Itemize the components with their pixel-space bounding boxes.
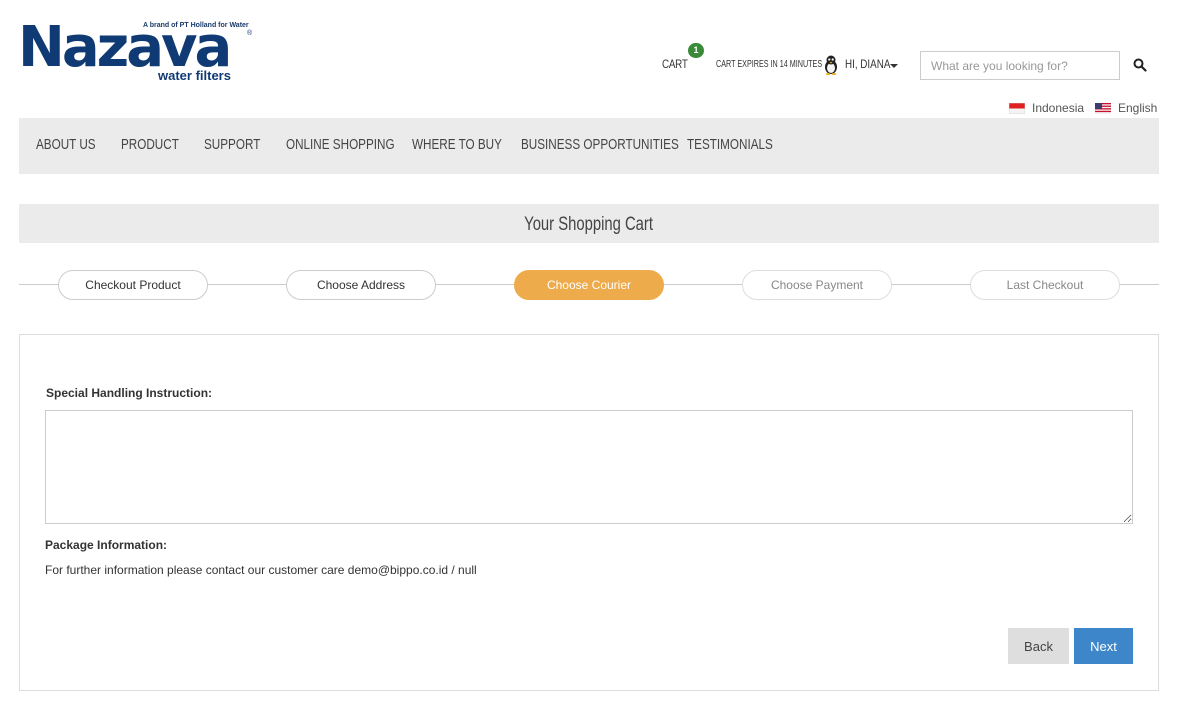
user-greeting[interactable]: HI, DIANA (845, 57, 890, 71)
flag-indonesia-icon (1009, 102, 1025, 114)
next-button[interactable]: Next (1074, 628, 1133, 664)
language-english-label: English (1118, 101, 1158, 115)
nav-item-business-opportunities[interactable]: BUSINESS OPPORTUNITIES (521, 136, 679, 153)
step-choose-courier[interactable]: Choose Courier (514, 270, 664, 300)
search-icon (1133, 58, 1147, 72)
language-indonesia[interactable]: Indonesia (1009, 101, 1084, 115)
page-title-text: Your Shopping Cart (524, 214, 654, 235)
language-english[interactable]: English (1095, 101, 1157, 115)
special-handling-label: Special Handling Instruction: (46, 386, 213, 400)
special-handling-textarea[interactable] (45, 410, 1133, 524)
cart-title-bar: Your Shopping Cart (19, 204, 1159, 243)
registered-mark: ® (247, 30, 253, 37)
user-menu-chevron-down-icon[interactable] (890, 64, 898, 68)
back-button[interactable]: Back (1008, 628, 1069, 664)
step-choose-address[interactable]: Choose Address (286, 270, 436, 300)
logo-subtitle: water filters (158, 68, 231, 83)
logo-tagline: A brand of PT Holland for Water (143, 22, 249, 29)
step-checkout-product[interactable]: Checkout Product (58, 270, 208, 300)
page-title: Your Shopping Cart (19, 214, 1159, 236)
search-input[interactable] (920, 51, 1120, 80)
language-indonesia-label: Indonesia (1032, 101, 1085, 115)
user-avatar-icon[interactable] (823, 55, 839, 75)
package-information-label: Package Information: (45, 538, 168, 552)
step-last-checkout: Last Checkout (970, 270, 1120, 300)
nav-item-online-shopping[interactable]: ONLINE SHOPPING (286, 136, 395, 153)
step-choose-payment: Choose Payment (742, 270, 892, 300)
nav-item-about-us[interactable]: ABOUT US (36, 136, 96, 153)
nazava-logo[interactable]: Nazava A brand of PT Holland for Water ®… (18, 18, 258, 84)
nav-item-support[interactable]: SUPPORT (204, 136, 260, 153)
nav-item-where-to-buy[interactable]: WHERE TO BUY (412, 136, 502, 153)
cart-count-badge: 1 (688, 43, 704, 58)
nav-item-testimonials[interactable]: TESTIMONIALS (687, 136, 773, 153)
nav-item-product[interactable]: PRODUCT (121, 136, 179, 153)
customer-care-contact-text: For further information please contact o… (45, 563, 477, 577)
main-nav: ABOUT US PRODUCT SUPPORT ONLINE SHOPPING… (19, 118, 1159, 174)
cart-expires-text: CART EXPIRES IN 14 MINUTES (716, 59, 823, 70)
search-button[interactable] (1128, 54, 1152, 78)
flag-us-icon (1095, 102, 1111, 114)
cart-link[interactable]: CART (662, 57, 688, 71)
